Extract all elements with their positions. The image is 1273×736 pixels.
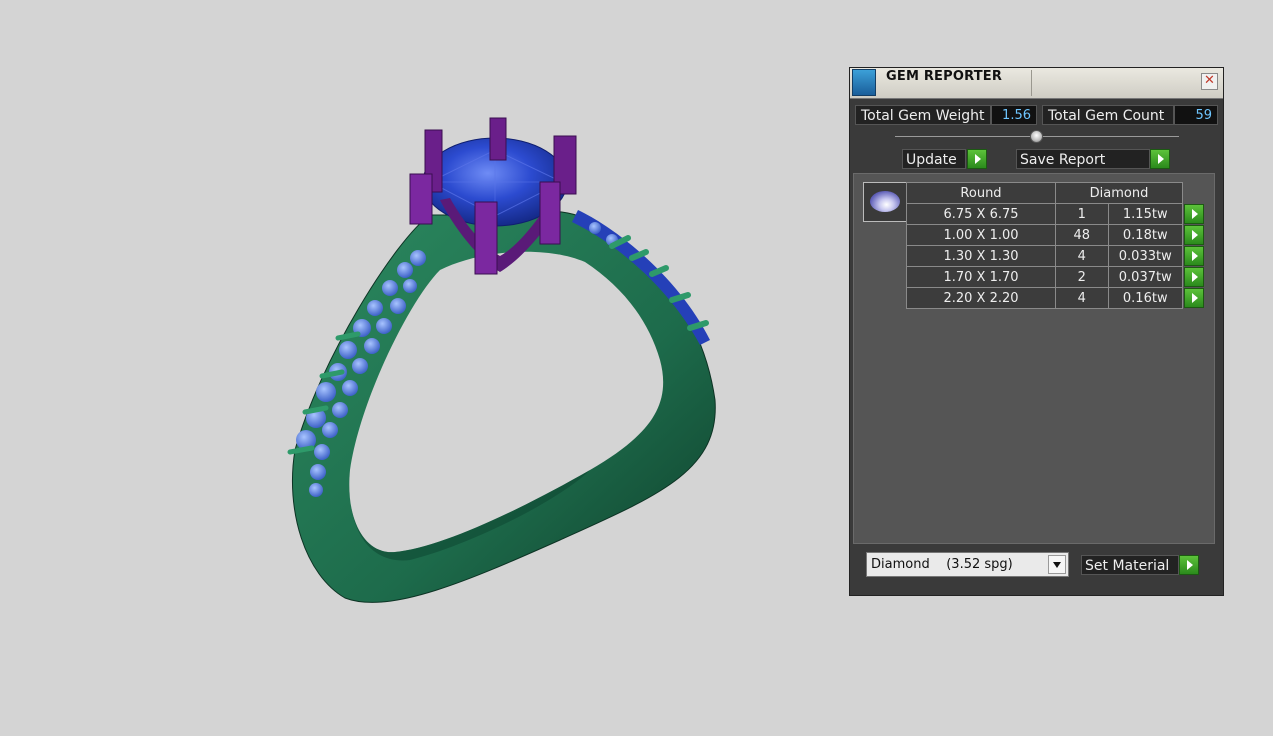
title-bar[interactable]: GEM REPORTER ✕ — [850, 68, 1223, 99]
title-divider — [1031, 70, 1032, 96]
header-material: Diamond — [1055, 182, 1183, 204]
table-header-row: Round Diamond — [906, 182, 1206, 204]
ring-model — [287, 117, 716, 603]
save-report-button[interactable]: Save Report — [1016, 149, 1150, 169]
row-select-play-icon[interactable] — [1184, 203, 1204, 224]
material-select[interactable]: Diamond (3.52 spg) — [866, 552, 1069, 577]
total-gem-weight-value: 1.56 — [991, 105, 1037, 125]
row-weight: 0.18tw — [1107, 224, 1183, 246]
row-size: 1.70 X 1.70 — [906, 266, 1056, 288]
row-count: 2 — [1055, 266, 1109, 288]
row-count: 1 — [1055, 203, 1109, 225]
total-gem-count-value: 59 — [1174, 105, 1218, 125]
row-size: 2.20 X 2.20 — [906, 287, 1056, 309]
total-gem-count-label: Total Gem Count — [1042, 105, 1174, 125]
table-row[interactable]: 2.20 X 2.20 4 0.16tw — [906, 287, 1206, 309]
gem-reporter-app-icon — [852, 69, 876, 96]
row-weight: 0.033tw — [1107, 245, 1183, 267]
row-size: 1.30 X 1.30 — [906, 245, 1056, 267]
row-select-play-icon[interactable] — [1184, 245, 1204, 266]
row-count: 4 — [1055, 245, 1109, 267]
round-gem-icon[interactable] — [863, 182, 907, 222]
row-select-play-icon[interactable] — [1184, 266, 1204, 287]
gem-reporter-panel: GEM REPORTER ✕ Total Gem Weight 1.56 Tot… — [849, 67, 1224, 596]
save-report-play-icon[interactable] — [1150, 149, 1170, 169]
gem-stone-preview — [870, 191, 900, 212]
table-row[interactable]: 1.70 X 1.70 2 0.037tw — [906, 266, 1206, 288]
size-slider-handle[interactable] — [1030, 130, 1043, 143]
material-select-value: Diamond (3.52 spg) — [871, 557, 1013, 572]
row-count: 4 — [1055, 287, 1109, 309]
row-weight: 1.15tw — [1107, 203, 1183, 225]
update-play-icon[interactable] — [967, 149, 987, 169]
table-row[interactable]: 1.30 X 1.30 4 0.033tw — [906, 245, 1206, 267]
table-row[interactable]: 6.75 X 6.75 1 1.15tw — [906, 203, 1206, 225]
row-size: 6.75 X 6.75 — [906, 203, 1056, 225]
chevron-down-icon[interactable] — [1048, 555, 1066, 574]
row-size: 1.00 X 1.00 — [906, 224, 1056, 246]
header-shape: Round — [906, 182, 1056, 204]
panel-title: GEM REPORTER — [886, 69, 1003, 84]
table-row[interactable]: 1.00 X 1.00 48 0.18tw — [906, 224, 1206, 246]
update-button[interactable]: Update — [902, 149, 966, 169]
row-count: 48 — [1055, 224, 1109, 246]
set-material-play-icon[interactable] — [1179, 555, 1199, 575]
total-gem-weight-label: Total Gem Weight — [855, 105, 991, 125]
row-weight: 0.16tw — [1107, 287, 1183, 309]
row-weight: 0.037tw — [1107, 266, 1183, 288]
close-icon[interactable]: ✕ — [1201, 73, 1218, 90]
gem-table: Round Diamond 6.75 X 6.75 1 1.15tw 1.00 … — [906, 182, 1206, 309]
set-material-button[interactable]: Set Material — [1081, 555, 1179, 575]
row-select-play-icon[interactable] — [1184, 224, 1204, 245]
row-select-play-icon[interactable] — [1184, 287, 1204, 308]
3d-viewport[interactable] — [0, 0, 840, 732]
